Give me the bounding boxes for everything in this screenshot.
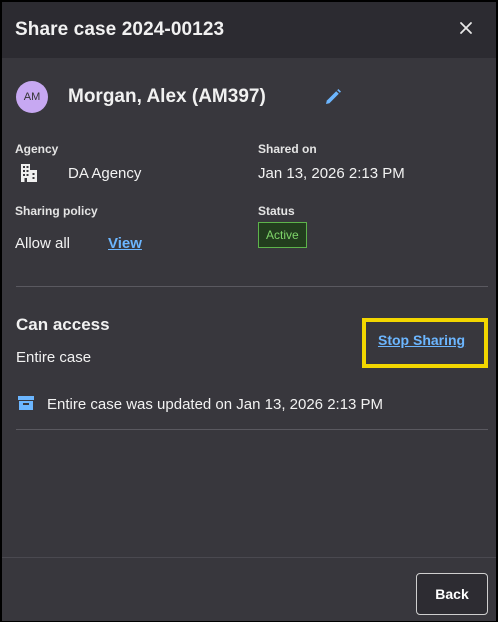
archive-icon (17, 394, 35, 412)
dialog-header: Share case 2024-00123 (2, 2, 496, 58)
shared-on-label: Shared on (258, 142, 317, 156)
agency-label: Agency (15, 142, 59, 156)
sharing-policy-label: Sharing policy (15, 204, 98, 218)
sharing-policy-value: Allow all (15, 235, 71, 252)
status-badge: Active (258, 222, 307, 248)
building-icon (18, 162, 40, 184)
pencil-icon (326, 89, 341, 104)
section-divider-bottom (16, 429, 488, 430)
update-message: Entire case was updated on Jan 13, 2026 … (47, 396, 384, 413)
avatar: AM (16, 81, 48, 113)
status-label: Status (258, 204, 295, 218)
back-button[interactable]: Back (416, 573, 488, 615)
shared-on-value: Jan 13, 2026 2:13 PM (258, 165, 405, 182)
dialog-title: Share case 2024-00123 (15, 19, 225, 40)
share-case-dialog: Share case 2024-00123 AM Morgan, Alex (A… (0, 0, 498, 622)
section-divider (16, 286, 488, 287)
edit-button[interactable] (323, 87, 343, 107)
agency-value: DA Agency (68, 165, 142, 182)
close-button[interactable] (454, 16, 478, 40)
can-access-title: Can access (16, 315, 110, 334)
view-policy-link[interactable]: View (108, 235, 142, 252)
close-icon (460, 22, 472, 34)
user-name: Morgan, Alex (AM397) (68, 86, 266, 107)
stop-sharing-link[interactable]: Stop Sharing (378, 332, 465, 348)
access-scope: Entire case (16, 349, 92, 366)
